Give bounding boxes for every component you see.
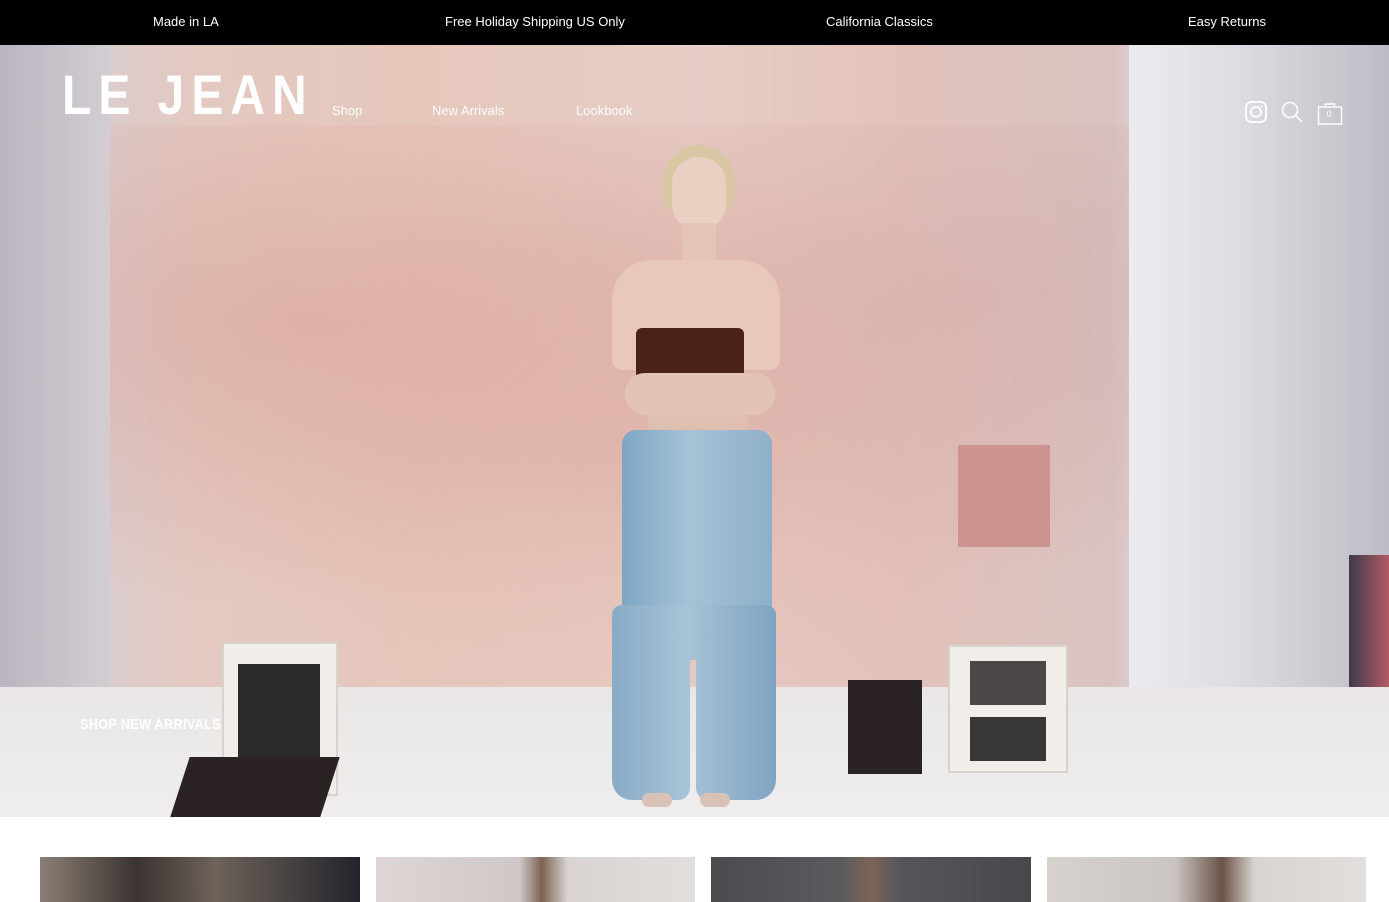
announcement-bar: Made in LA Free Holiday Shipping US Only…: [0, 0, 1389, 45]
nav-new-arrivals[interactable]: New Arrivals: [432, 103, 504, 118]
product-grid: [0, 857, 1389, 902]
product-tile-4[interactable]: [1047, 857, 1366, 902]
cart-count: 0: [1326, 109, 1332, 119]
product-tile-3[interactable]: [711, 857, 1031, 902]
hero-book: [170, 757, 340, 817]
product-tile-1[interactable]: [40, 857, 360, 902]
hero-wall-card: [958, 445, 1050, 547]
announcement-made-in-la: Made in LA: [153, 14, 219, 29]
nav-lookbook[interactable]: Lookbook: [576, 103, 632, 118]
site-header: LE JEAN Shop New Arrivals Lookbook 0: [0, 45, 1389, 175]
search-icon[interactable]: [1280, 100, 1306, 126]
announcement-easy-returns: Easy Returns: [1188, 14, 1267, 29]
hero-album: [948, 645, 1068, 773]
announcement-free-shipping: Free Holiday Shipping US Only: [445, 14, 625, 29]
hero-small-book: [848, 680, 922, 774]
nav-shop[interactable]: Shop: [332, 103, 362, 118]
shop-new-arrivals-link[interactable]: SHOP NEW ARRIVALS: [80, 716, 221, 733]
hero-wall: [90, 125, 1130, 685]
site-logo[interactable]: LE JEAN: [62, 65, 314, 125]
announcement-california-classics: California Classics: [826, 14, 933, 29]
product-tile-2[interactable]: [376, 857, 695, 902]
cart-icon[interactable]: 0: [1317, 100, 1343, 126]
instagram-icon[interactable]: [1244, 100, 1270, 126]
